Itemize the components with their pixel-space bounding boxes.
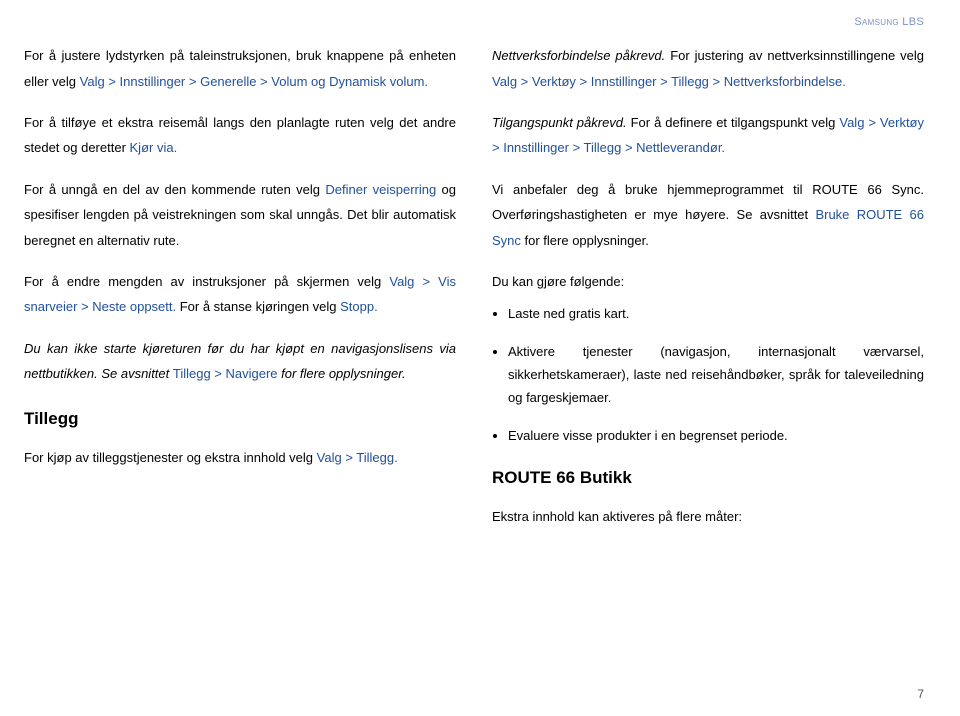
text: For kjøp av tilleggstjenester og ekstra … [24, 450, 317, 465]
stop-link: Stopp. [340, 299, 378, 314]
features-list-2: Aktivere tjenester (navigasjon, internas… [492, 340, 924, 410]
text: For å endre mengden av instruksjoner på … [24, 274, 389, 289]
list-item: Evaluere visse produkter i en begrenset … [508, 424, 924, 447]
brand-header: Samsung LBS [24, 12, 924, 33]
para-screen-instr: For å endre mengden av instruksjoner på … [24, 269, 456, 320]
features-list: Laste ned gratis kart. [492, 302, 924, 325]
heading-butikk: ROUTE 66 Butikk [492, 461, 924, 494]
notice-text-end: for flere opplysninger. [278, 366, 406, 381]
define-block-link: Definer veisperring [325, 182, 436, 197]
right-column: Nettverksforbindelse påkrevd. For juster… [492, 43, 924, 529]
para-license: Du kan ikke starte kjøreturen før du har… [24, 336, 456, 387]
list-item: Aktivere tjenester (navigasjon, internas… [508, 340, 924, 410]
drive-via-link: Kjør via. [130, 140, 178, 155]
para-access-point: Tilgangspunkt påkrevd. For å definere et… [492, 110, 924, 161]
text: For å tilføye et ekstra reisemål langs d… [24, 115, 456, 155]
left-column: For å justere lydstyrken på taleinstruks… [24, 43, 456, 529]
para-buy-extras: For kjøp av tilleggstjenester og ekstra … [24, 445, 456, 470]
valg-tillegg-link: Valg > Tillegg. [317, 450, 398, 465]
para-you-can: Du kan gjøre følgende: [492, 269, 924, 294]
para-extra-content: Ekstra innhold kan aktiveres på flere må… [492, 504, 924, 529]
network-required: Nettverksforbindelse påkrevd. [492, 48, 665, 63]
nett-settings-path: Valg > Verktøy > Innstillinger > Tillegg… [492, 74, 846, 89]
menu-path-volume: Valg > Innstillinger > Generelle > Volum… [80, 74, 428, 89]
text: for flere opplysninger. [521, 233, 649, 248]
para-block-route: For å unngå en del av den kommende ruten… [24, 177, 456, 253]
text: For å stanse kjøringen velg [176, 299, 340, 314]
para-sync: Vi anbefaler deg å bruke hjemmeprogramme… [492, 177, 924, 253]
para-network: Nettverksforbindelse påkrevd. For juster… [492, 43, 924, 94]
text: For justering av nettverksinnstillingene… [665, 48, 924, 63]
para-add-dest: For å tilføye et ekstra reisemål langs d… [24, 110, 456, 161]
ap-required: Tilgangspunkt påkrevd. [492, 115, 627, 130]
text: For å unngå en del av den kommende ruten… [24, 182, 325, 197]
features-list-3: Evaluere visse produkter i en begrenset … [492, 424, 924, 447]
text: For å definere et tilgangspunkt velg [627, 115, 840, 130]
tillegg-navigere-link: Tillegg > Navigere [173, 366, 278, 381]
para-volume: For å justere lydstyrken på taleinstruks… [24, 43, 456, 94]
page-number: 7 [917, 683, 924, 706]
list-item: Laste ned gratis kart. [508, 302, 924, 325]
heading-tillegg: Tillegg [24, 402, 456, 435]
two-column-layout: For å justere lydstyrken på taleinstruks… [24, 43, 924, 529]
